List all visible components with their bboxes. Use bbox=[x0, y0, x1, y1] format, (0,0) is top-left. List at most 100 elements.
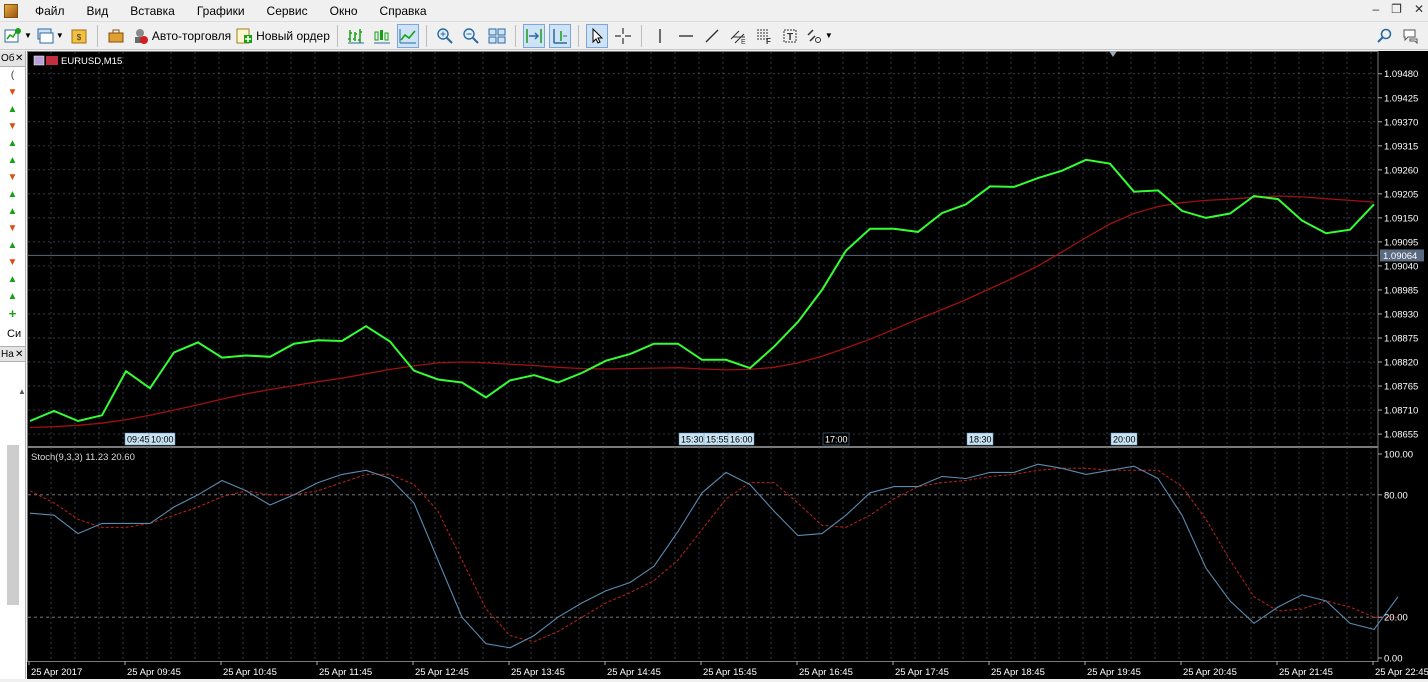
close-panel-icon[interactable]: ✕ bbox=[15, 51, 23, 67]
arrows-tool-icon bbox=[807, 28, 821, 43]
price-up-icon[interactable]: ▲ bbox=[0, 288, 25, 305]
time-marker-label: 15:55 bbox=[706, 435, 729, 445]
price-tick-label: 1.08710 bbox=[1384, 406, 1418, 417]
profiles-button[interactable]: ▼ bbox=[36, 24, 64, 48]
chat-button[interactable] bbox=[1400, 24, 1422, 48]
price-up-icon[interactable]: ▲ bbox=[0, 135, 25, 152]
strategy-tester-button[interactable] bbox=[105, 24, 127, 48]
toolbar-separator bbox=[425, 24, 427, 47]
bar-chart-button[interactable] bbox=[345, 24, 367, 48]
menu-window[interactable]: Окно bbox=[319, 0, 369, 22]
tile-windows-button[interactable] bbox=[486, 24, 508, 48]
price-down-icon[interactable]: ▼ bbox=[0, 118, 25, 135]
svg-text:T: T bbox=[787, 32, 793, 43]
zoom-in-button[interactable] bbox=[434, 24, 456, 48]
menu-insert[interactable]: Вставка bbox=[119, 0, 186, 22]
channel-icon: E bbox=[730, 30, 746, 45]
symbol-header-fragment: ( bbox=[10, 70, 15, 81]
navigator-header[interactable]: На ✕ bbox=[0, 346, 25, 362]
price-up-icon[interactable]: ▲ bbox=[0, 237, 25, 254]
arrows-tool-button[interactable]: ▼ bbox=[805, 24, 833, 48]
search-button[interactable] bbox=[1374, 24, 1396, 48]
toolbar: ▼ ▼ $ Авто-торговля Новый ордер E F T ▼ bbox=[0, 22, 1428, 50]
menu-charts[interactable]: Графики bbox=[186, 0, 256, 22]
crosshair-tool-button[interactable] bbox=[612, 24, 634, 48]
time-axis-label: 25 Apr 17:45 bbox=[895, 667, 949, 678]
autoscroll-icon bbox=[526, 28, 542, 43]
market-watch-header[interactable]: Об ✕ bbox=[0, 51, 25, 67]
symbol-list: ▼ ▲ ▼ ▲ ▲ ▼ ▲ ▲ ▼ ▲ ▼ ▲ ▲ bbox=[0, 84, 25, 305]
price-down-icon[interactable]: ▼ bbox=[0, 169, 25, 186]
cursor-tool-button[interactable] bbox=[585, 23, 608, 48]
market-watch-button[interactable]: $ bbox=[68, 24, 90, 48]
text-tool-button[interactable]: T bbox=[779, 24, 801, 48]
market-watch-title: Об bbox=[1, 53, 15, 64]
close-icon[interactable]: ✕ bbox=[1414, 2, 1424, 16]
zoom-out-button[interactable] bbox=[460, 24, 482, 48]
price-up-icon[interactable]: ▲ bbox=[0, 203, 25, 220]
time-marker-label: 16:00 bbox=[730, 435, 753, 445]
price-down-icon[interactable]: ▼ bbox=[0, 84, 25, 101]
navigator-scrollbar-thumb[interactable] bbox=[7, 445, 19, 605]
profiles-icon bbox=[37, 28, 54, 43]
price-up-icon[interactable]: ▲ bbox=[0, 186, 25, 203]
zoom-out-icon bbox=[463, 27, 479, 44]
autoscroll-button[interactable] bbox=[522, 23, 545, 48]
new-order-icon bbox=[236, 28, 253, 43]
price-down-icon[interactable]: ▼ bbox=[0, 220, 25, 237]
equidistant-channel-button[interactable]: E bbox=[727, 24, 749, 48]
scroll-up-icon[interactable]: ▲ bbox=[18, 387, 26, 396]
add-symbol-icon[interactable]: + bbox=[0, 305, 25, 322]
fibonacci-icon: F bbox=[756, 29, 771, 45]
stoch-tick-label: 20.00 bbox=[1384, 613, 1408, 624]
price-up-icon[interactable]: ▲ bbox=[0, 101, 25, 118]
chart-shift-button[interactable] bbox=[548, 23, 571, 48]
price-tick-label: 1.09425 bbox=[1384, 93, 1418, 104]
horizontal-line-button[interactable] bbox=[675, 24, 697, 48]
search-icon bbox=[1377, 28, 1392, 43]
time-axis-label: 25 Apr 22:45 bbox=[1375, 667, 1428, 678]
line-chart-button[interactable] bbox=[396, 23, 419, 48]
line-chart-icon bbox=[399, 28, 416, 43]
candlestick-button[interactable] bbox=[371, 24, 393, 48]
menu-help[interactable]: Справка bbox=[369, 0, 438, 22]
stoch-tick-label: 100.00 bbox=[1384, 450, 1413, 461]
symbols-tab[interactable]: Си bbox=[0, 328, 25, 346]
time-axis-label: 25 Apr 09:45 bbox=[127, 667, 181, 678]
stoch-main-line bbox=[29, 463, 1399, 649]
price-tick-label: 1.08875 bbox=[1384, 333, 1418, 344]
svg-text:F: F bbox=[766, 37, 771, 45]
vertical-line-button[interactable] bbox=[649, 24, 671, 48]
fibonacci-button[interactable]: F bbox=[753, 24, 775, 48]
price-tick-label: 1.08985 bbox=[1384, 285, 1418, 296]
time-axis-label: 25 Apr 19:45 bbox=[1087, 667, 1141, 678]
time-marker-label: 09:45 bbox=[127, 435, 150, 445]
time-axis-label: 25 Apr 2017 bbox=[31, 667, 82, 678]
time-marker-label: 20:00 bbox=[1113, 435, 1136, 445]
menu-tools[interactable]: Сервис bbox=[256, 0, 319, 22]
toolbar-separator bbox=[96, 24, 98, 47]
menu-file[interactable]: Файл bbox=[24, 0, 76, 22]
toolbar-separator bbox=[640, 24, 642, 47]
price-up-icon[interactable]: ▲ bbox=[0, 271, 25, 288]
trendline-button[interactable] bbox=[701, 24, 723, 48]
menu-view[interactable]: Вид bbox=[76, 0, 120, 22]
price-down-icon[interactable]: ▼ bbox=[0, 254, 25, 271]
time-axis-label: 25 Apr 15:45 bbox=[703, 667, 757, 678]
price-line bbox=[29, 158, 1375, 423]
chat-icon bbox=[1403, 29, 1418, 44]
chart-window[interactable]: EURUSD,M15 Stoch(9,3,3) 11.23 20.60 1.09… bbox=[27, 51, 1428, 679]
price-up-icon[interactable]: ▲ bbox=[0, 152, 25, 169]
time-axis-label: 25 Apr 13:45 bbox=[511, 667, 565, 678]
autotrade-button[interactable]: Авто-торговля bbox=[131, 24, 231, 48]
new-order-button[interactable]: Новый ордер bbox=[235, 24, 330, 48]
new-chart-button[interactable]: ▼ bbox=[4, 24, 32, 48]
minimize-icon[interactable]: – bbox=[1372, 2, 1379, 16]
price-tick-label: 1.09480 bbox=[1384, 69, 1418, 80]
app-icon[interactable] bbox=[4, 3, 18, 18]
restore-icon[interactable]: ❐ bbox=[1391, 2, 1402, 16]
close-panel-icon[interactable]: ✕ bbox=[15, 347, 23, 363]
svg-text:$: $ bbox=[77, 33, 82, 42]
stoch-indicator-title: Stoch(9,3,3) 11.23 20.60 bbox=[31, 452, 135, 463]
chart-canvas[interactable]: EURUSD,M15 Stoch(9,3,3) 11.23 20.60 1.09… bbox=[27, 51, 1428, 679]
